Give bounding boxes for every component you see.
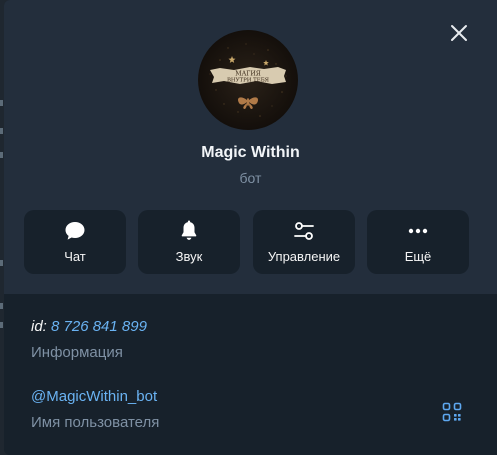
manage-button[interactable]: Управление [253, 210, 355, 274]
bot-username-link[interactable]: @MagicWithin_bot [31, 388, 157, 405]
more-button[interactable]: Ещё [367, 210, 469, 274]
sound-button[interactable]: Звук [138, 210, 240, 274]
close-button[interactable] [446, 20, 472, 46]
chat-button[interactable]: Чат [24, 210, 126, 274]
bot-id-row: id: 8 726 841 899 [31, 318, 147, 335]
bot-avatar[interactable]: МАГИЯ ВНУТРИ ТЕБЯ [198, 30, 298, 130]
more-button-label: Ещё [404, 249, 432, 264]
qr-code-button[interactable] [440, 400, 464, 424]
bot-profile-dialog: МАГИЯ ВНУТРИ ТЕБЯ Magic Within бот Чат З… [4, 0, 497, 455]
bell-icon [181, 220, 197, 240]
avatar-title-line2: ВНУТРИ ТЕБЯ [227, 78, 270, 84]
bot-id-value[interactable]: 8 726 841 899 [51, 318, 147, 335]
bot-type-label: бот [239, 170, 262, 186]
sliders-icon [294, 222, 314, 240]
bot-id-caption: Информация [31, 344, 123, 361]
manage-button-label: Управление [267, 249, 341, 264]
profile-action-bar: Чат Звук Управление Ещё [24, 210, 469, 274]
avatar-image: МАГИЯ ВНУТРИ ТЕБЯ [209, 43, 287, 117]
bot-id-prefix: id: [31, 318, 47, 335]
avatar-title-line1: МАГИЯ [235, 71, 261, 78]
profile-info-section: id: 8 726 841 899 Информация @MagicWithi… [4, 294, 497, 455]
close-icon [451, 25, 467, 41]
profile-header: МАГИЯ ВНУТРИ ТЕБЯ Magic Within бот Чат З… [4, 0, 497, 294]
chat-button-label: Чат [64, 249, 86, 264]
qr-code-icon [442, 402, 462, 422]
more-dots-icon [408, 228, 428, 234]
sound-button-label: Звук [175, 249, 203, 264]
username-caption: Имя пользователя [31, 414, 160, 431]
chat-bubble-icon [65, 222, 85, 240]
bot-name: Magic Within [201, 144, 300, 161]
